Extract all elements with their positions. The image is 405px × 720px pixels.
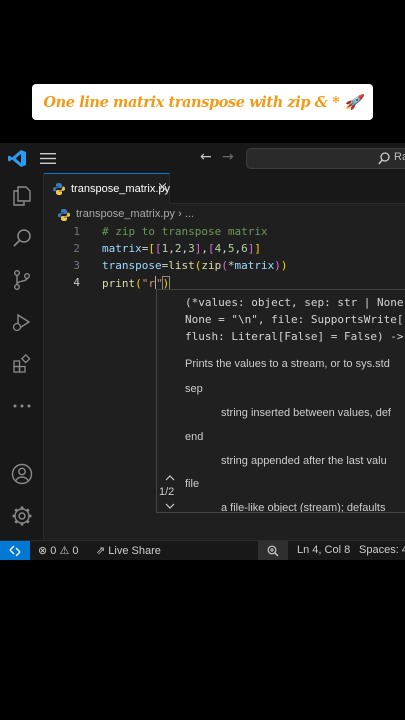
- more-icon[interactable]: [11, 395, 33, 417]
- signature-line: flush: Literal[False] = False) ->: [185, 330, 404, 343]
- run-debug-icon[interactable]: [11, 311, 33, 333]
- status-bar: ⊗ 0 ⚠ 0 ⇗ Live Share Ln 4, Col 8 Spaces:…: [0, 540, 405, 560]
- explorer-icon[interactable]: [11, 185, 33, 207]
- signature-line: (*values: object, sep: str | None: [185, 296, 404, 309]
- tab-transpose-matrix[interactable]: transpose_matrix.py ×: [44, 173, 170, 204]
- search-text: Ra: [394, 151, 405, 163]
- vscode-logo-icon[interactable]: [8, 150, 26, 167]
- line-number: 3: [73, 259, 80, 272]
- code-text: matrix=[[1,2,3],[4,5,6]]: [102, 242, 261, 255]
- live-share-icon: ⇗: [96, 545, 106, 557]
- cursor-position[interactable]: Ln 4, Col 8: [297, 544, 350, 556]
- remote-indicator[interactable]: [0, 541, 30, 560]
- param-name: file: [185, 478, 200, 490]
- chevron-down-icon[interactable]: [165, 502, 175, 510]
- command-center-search[interactable]: Ra: [246, 148, 405, 169]
- live-share-label: Live Share: [108, 545, 161, 557]
- param-desc: string appended after the last valu: [221, 455, 387, 467]
- back-arrow-icon[interactable]: ←: [200, 149, 212, 165]
- code-line: 2 matrix=[[1,2,3],[4,5,6]]: [44, 240, 405, 257]
- code-text: transpose=list(zip(*matrix)): [102, 259, 288, 272]
- editor-tab-bar: transpose_matrix.py ×: [44, 173, 405, 204]
- warning-icon: ⚠: [59, 545, 70, 557]
- chevron-up-icon[interactable]: [165, 474, 175, 482]
- activity-bar: [0, 173, 44, 540]
- code-text: print("r"): [102, 276, 171, 291]
- code-text: # zip to transpose matrix: [102, 225, 268, 238]
- signature-line: None = "\n", file: SupportsWrite[: [185, 313, 404, 326]
- menu-icon[interactable]: [40, 153, 56, 164]
- title-banner: One line matrix transpose with zip & * 🚀: [32, 84, 373, 120]
- code-line: 1 # zip to transpose matrix: [44, 223, 405, 240]
- python-file-icon: [58, 209, 70, 221]
- line-number: 2: [73, 242, 80, 255]
- banner-text: One line matrix transpose with zip & * 🚀: [43, 93, 362, 111]
- source-control-icon[interactable]: [11, 269, 33, 291]
- python-file-icon: [53, 183, 65, 195]
- breadcrumb-text: transpose_matrix.py › ...: [76, 208, 194, 220]
- settings-gear-icon[interactable]: [11, 505, 33, 527]
- error-count: 0: [50, 545, 57, 557]
- overload-count: 1/2: [159, 486, 175, 498]
- param-name: end: [185, 431, 204, 443]
- code-line: 3 transpose=list(zip(*matrix)): [44, 257, 405, 274]
- line-number: 4: [73, 276, 80, 289]
- overload-navigator: 1/2: [157, 474, 183, 512]
- account-icon[interactable]: [11, 463, 33, 485]
- parameter-hints-popup[interactable]: (*values: object, sep: str | None None =…: [156, 289, 405, 513]
- vscode-window: ← → Ra: [0, 143, 405, 560]
- remote-icon: [9, 545, 21, 557]
- param-desc: string inserted between values, def: [221, 407, 391, 419]
- error-icon: ⊗: [38, 545, 48, 557]
- zoom-button[interactable]: [258, 541, 288, 560]
- search-view-icon[interactable]: [11, 227, 33, 249]
- param-desc: a file-like object (stream); defaults: [221, 502, 386, 513]
- title-bar: ← → Ra: [0, 143, 405, 173]
- zoom-icon: [267, 545, 279, 557]
- close-icon[interactable]: ×: [157, 180, 168, 195]
- indentation-status[interactable]: Spaces: 4: [359, 544, 405, 556]
- tab-label: transpose_matrix.py: [71, 183, 171, 195]
- forward-arrow-icon[interactable]: →: [222, 149, 234, 165]
- extensions-icon[interactable]: [11, 353, 33, 375]
- search-icon: [378, 152, 390, 165]
- problems-status[interactable]: ⊗ 0 ⚠ 0: [38, 544, 79, 557]
- live-share-button[interactable]: ⇗ Live Share: [96, 544, 161, 557]
- warning-count: 0: [72, 545, 79, 557]
- hint-description: Prints the values to a stream, or to sys…: [185, 358, 390, 370]
- line-number: 1: [73, 225, 80, 238]
- param-name: sep: [185, 383, 203, 395]
